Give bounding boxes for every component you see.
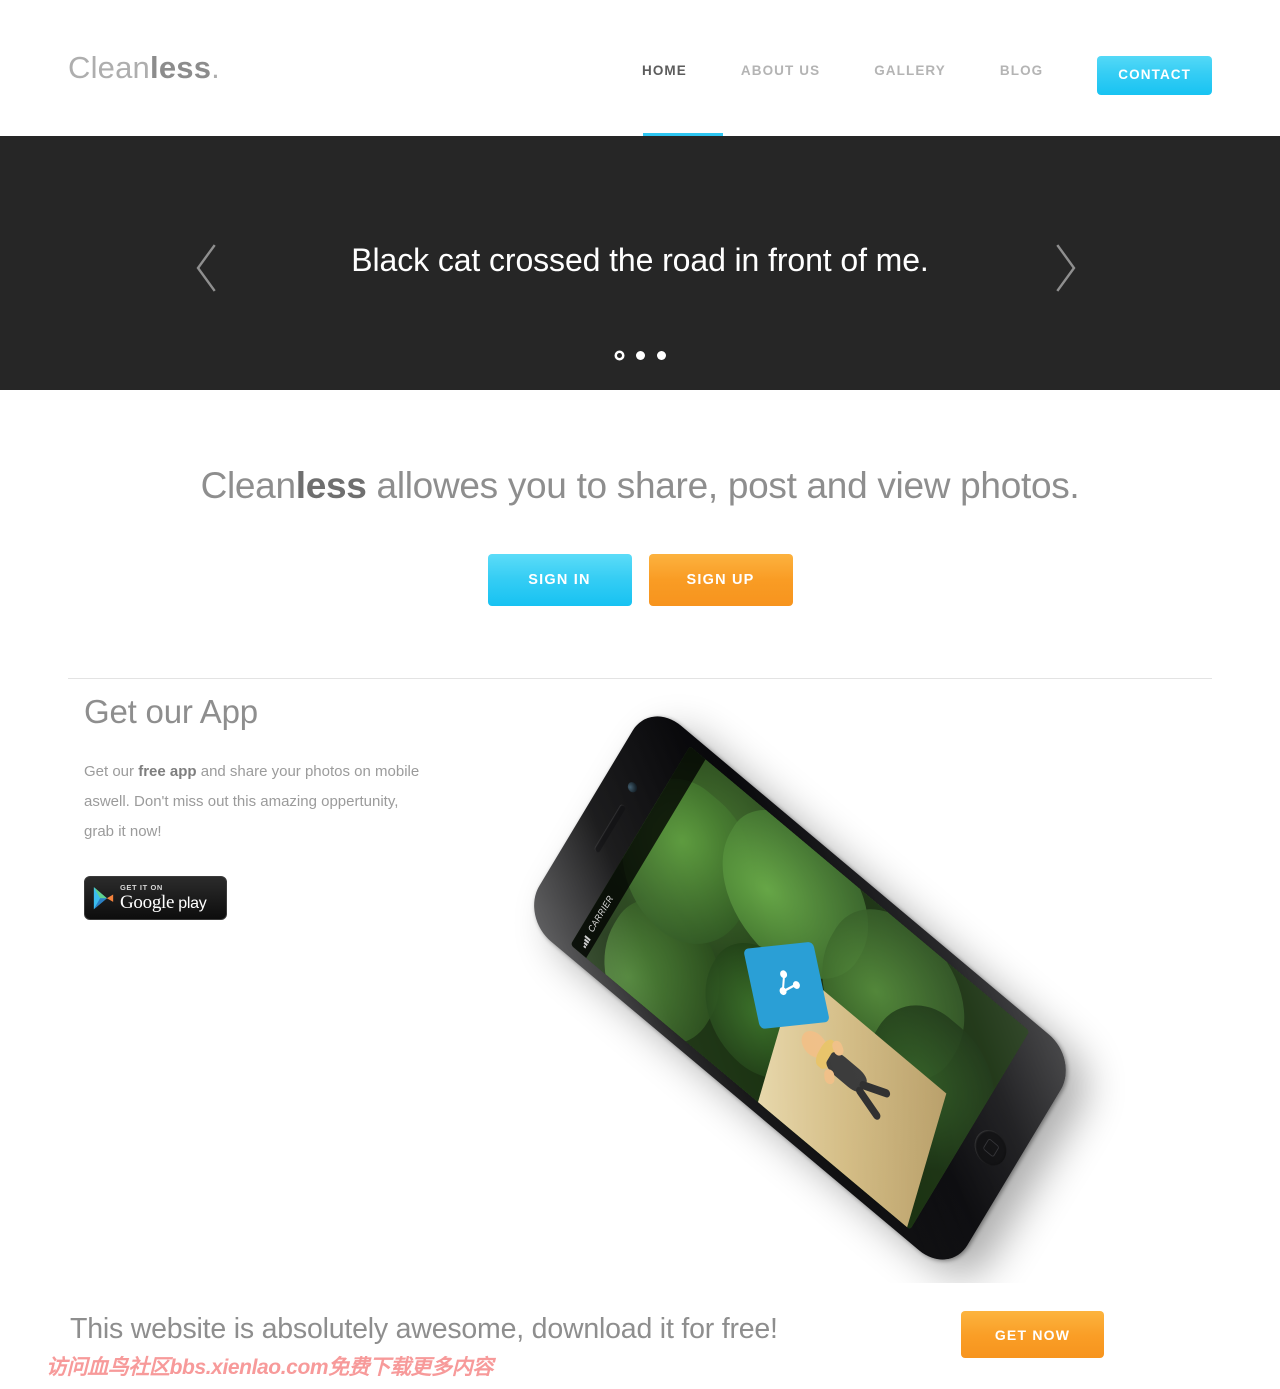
google-play-badge[interactable]: GET IT ON Google play (84, 876, 227, 920)
phone-home-button[interactable] (968, 1122, 1013, 1173)
phone-body: CARRIER (521, 700, 1079, 1276)
nav-item-home[interactable]: HOME (642, 56, 687, 86)
intro-headline-bold: less (295, 465, 367, 506)
phone-camera (626, 780, 639, 795)
watermark-text: 访问血鸟社区bbs.xienlao.com免费下载更多内容 (46, 1356, 493, 1379)
slider-dot-3[interactable] (656, 351, 666, 360)
app-section-copy: Get our free app and share your photos o… (84, 757, 429, 847)
sign-in-button[interactable]: SIGN IN (487, 554, 632, 606)
slider-dot-2[interactable] (635, 351, 645, 360)
contact-button[interactable]: CONTACT (1097, 56, 1212, 95)
intro-headline-prefix: Clean (200, 465, 296, 506)
app-copy-part1: Get our (84, 763, 139, 780)
share-node-icon (779, 970, 800, 996)
google-play-small-text: GET IT ON (120, 882, 163, 892)
get-app-section: Get our App Get our free app and share y… (0, 688, 1280, 1283)
logo-text-bold: less (150, 50, 212, 85)
nav-item-gallery[interactable]: GALLERY (874, 56, 946, 86)
slider-next-arrow[interactable] (1046, 240, 1086, 296)
app-copy-bold: free app (138, 763, 197, 780)
google-play-label: GET IT ON Google play (120, 882, 207, 914)
google-play-brand: Google play (120, 891, 207, 914)
app-section-title: Get our App (84, 693, 258, 730)
nav-item-about-us[interactable]: ABOUT US (741, 56, 820, 86)
site-logo[interactable]: Cleanless. (68, 50, 220, 86)
nav-item-blog[interactable]: BLOG (1000, 56, 1043, 86)
phone-bezel: CARRIER (570, 746, 1030, 1230)
intro-headline: Cleanless allowes you to share, post and… (0, 465, 1280, 507)
slider-dots (0, 351, 1280, 360)
signal-bars-icon (582, 934, 591, 949)
google-play-brand-play: play (174, 894, 207, 912)
intro-section: Cleanless allowes you to share, post and… (0, 390, 1280, 688)
slider-prev-arrow[interactable] (186, 240, 226, 296)
logo-text-dot: . (211, 50, 220, 85)
google-play-brand-google: Google (120, 891, 175, 913)
sign-up-button[interactable]: SIGN UP (648, 554, 793, 606)
chevron-left-icon (196, 244, 216, 292)
slider-dot-1[interactable] (616, 353, 622, 358)
chevron-right-icon (1056, 244, 1076, 292)
intro-buttons: SIGN IN SIGN UP (0, 554, 1280, 606)
site-header: Cleanless. HOME ABOUT US GALLERY BLOG CO… (0, 0, 1280, 136)
cta-headline: This website is absolutely awesome, down… (70, 1313, 778, 1345)
logo-text-light: Clean (68, 50, 150, 85)
hero-slider: Black cat crossed the road in front of m… (0, 136, 1280, 390)
intro-headline-suffix: allowes you to share, post and view phot… (366, 465, 1080, 506)
app-text-block: Get our App Get our free app and share y… (84, 693, 454, 847)
phone-screen: CARRIER (570, 746, 1030, 1230)
phone-speaker (593, 803, 627, 854)
get-now-button[interactable]: GET NOW (961, 1311, 1104, 1358)
phone-mockup: CARRIER (470, 678, 1190, 1276)
main-navigation: HOME ABOUT US GALLERY BLOG CONTACT (588, 56, 1212, 95)
google-play-triangle-icon (93, 886, 114, 909)
